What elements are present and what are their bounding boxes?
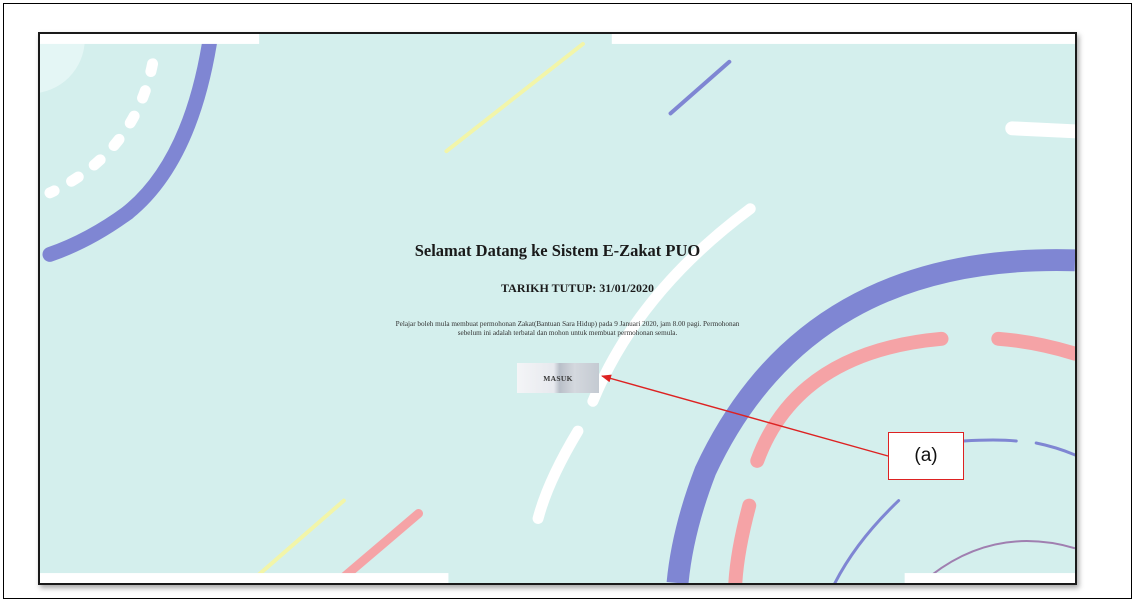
bg-line-blue-top bbox=[668, 59, 732, 116]
bg-arc-white-center-lower bbox=[532, 425, 584, 524]
decorative-background bbox=[40, 34, 1075, 583]
bg-line-yellow-bottom bbox=[247, 498, 346, 583]
bg-edge-top-right bbox=[611, 34, 1075, 44]
bg-arc-thin-blue-right bbox=[1034, 441, 1075, 457]
bg-edge-bottom-right bbox=[904, 573, 1075, 583]
bg-arc-thin-blue-lower bbox=[833, 499, 901, 583]
callout-label: (a) bbox=[914, 445, 938, 466]
bg-arc-pink-right bbox=[991, 331, 1075, 361]
bg-arc-white-dashed bbox=[44, 58, 159, 199]
bg-arc-blue-topleft bbox=[120, 36, 217, 221]
bg-edge-top-left bbox=[40, 34, 260, 44]
application-notice: Pelajar boleh mula membuat permohonan Za… bbox=[395, 320, 740, 337]
bg-arc-pink-lower bbox=[728, 498, 757, 583]
bg-line-pink-bottom bbox=[332, 509, 424, 583]
bg-edge-bottom-left bbox=[40, 573, 449, 583]
webpage-screenshot: Selamat Datang ke Sistem E-Zakat PUO TAR… bbox=[38, 32, 1077, 585]
bg-arc-thin-purple bbox=[930, 540, 1075, 576]
bg-line-white-right bbox=[1005, 121, 1075, 139]
enter-button[interactable]: MASUK bbox=[517, 363, 599, 393]
page-title: Selamat Datang ke Sistem E-Zakat PUO bbox=[414, 241, 701, 260]
bg-arc-thin-blue bbox=[961, 438, 1018, 443]
bg-line-yellow-top bbox=[444, 41, 585, 154]
callout-label-box: (a) bbox=[888, 432, 964, 480]
bg-arc-white-center bbox=[587, 203, 756, 407]
closing-date: TARIKH TUTUP: 31/01/2020 bbox=[501, 281, 654, 295]
